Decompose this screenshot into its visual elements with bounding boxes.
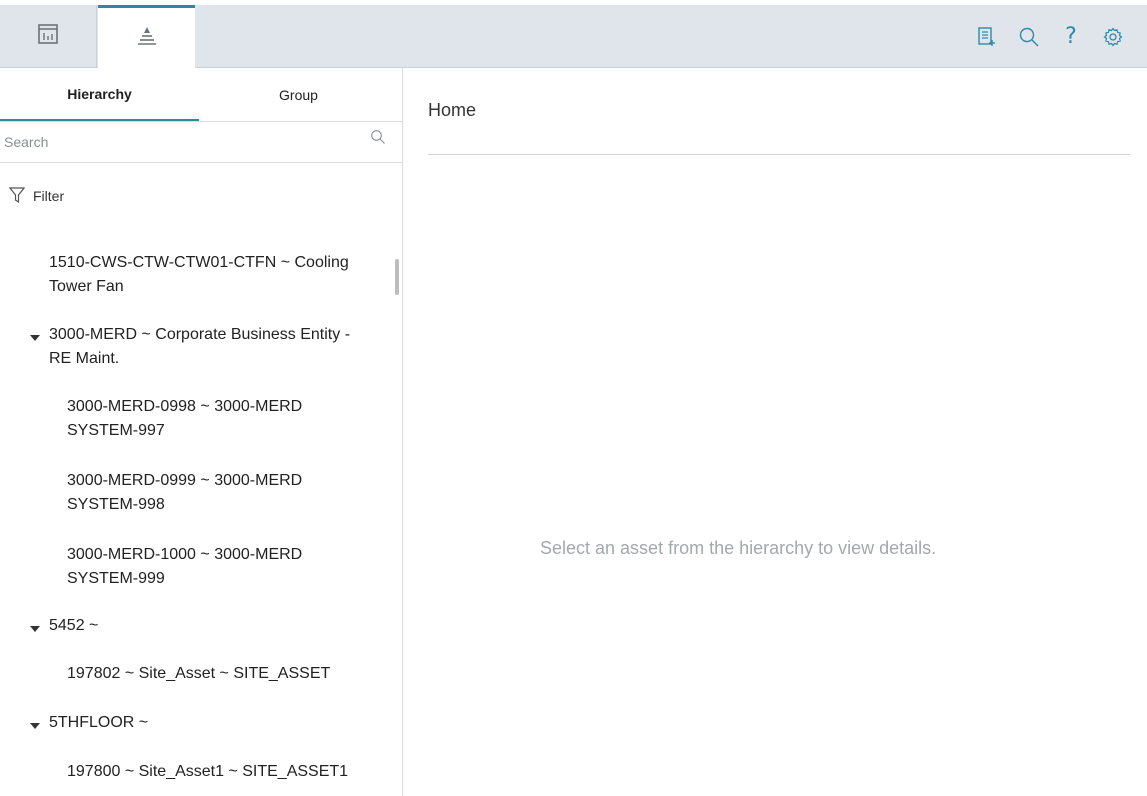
tree-item[interactable]: 3000-MERD-1000 ~ 3000-MERD SYSTEM-999 [67, 543, 302, 591]
sidebar-tabs: Hierarchy Group [0, 68, 402, 122]
tab-group[interactable]: Group [199, 68, 398, 121]
dashboard-tab[interactable] [0, 5, 97, 68]
filter-button[interactable]: Filter [0, 163, 402, 229]
help-icon[interactable]: ? [1059, 24, 1083, 49]
tree-item[interactable]: 3000-MERD-0999 ~ 3000-MERD SYSTEM-998 [67, 469, 302, 517]
tree-item[interactable]: 3000-MERD ~ Corporate Business Entity - … [49, 323, 350, 371]
dashboard-icon [37, 23, 59, 50]
hierarchy-sidebar: Hierarchy Group Filter 1510-CWS-CTW-CTW0… [0, 68, 403, 796]
main-content: Home Select an asset from the hierarchy … [404, 68, 1147, 796]
tree-item[interactable]: 197802 ~ Site_Asset ~ SITE_ASSET [67, 662, 330, 686]
search-icon[interactable] [370, 129, 386, 145]
tab-hierarchy[interactable]: Hierarchy [0, 68, 199, 121]
hierarchy-tab[interactable] [98, 5, 195, 68]
tree-item[interactable]: 197800 ~ Site_Asset1 ~ SITE_ASSET1 [67, 760, 348, 784]
add-report-icon[interactable] [975, 25, 999, 49]
top-navigation-bar: ? [0, 0, 1147, 68]
filter-icon [8, 186, 26, 207]
empty-state-message: Select an asset from the hierarchy to vi… [540, 538, 937, 558]
collapse-caret-icon[interactable] [30, 718, 40, 729]
hierarchy-tree: 1510-CWS-CTW-CTW01-CTFN ~ Cooling Tower … [0, 229, 402, 789]
filter-label: Filter [33, 188, 65, 204]
hierarchy-icon [136, 25, 158, 52]
search-icon[interactable] [1017, 25, 1041, 49]
search-input[interactable] [0, 122, 364, 162]
tree-scrollbar[interactable] [395, 259, 399, 295]
collapse-caret-icon[interactable] [30, 330, 40, 341]
title-divider [428, 154, 1130, 155]
tree-item[interactable]: 5452 ~ [49, 614, 98, 638]
page-title: Home [428, 100, 477, 120]
tree-item[interactable]: 1510-CWS-CTW-CTW01-CTFN ~ Cooling Tower … [49, 251, 349, 299]
tree-item[interactable]: 3000-MERD-0998 ~ 3000-MERD SYSTEM-997 [67, 395, 302, 443]
settings-icon[interactable] [1101, 25, 1125, 49]
tree-item[interactable]: 5THFLOOR ~ [49, 711, 148, 735]
search-bar [0, 122, 402, 163]
collapse-caret-icon[interactable] [30, 621, 40, 632]
toolbar-actions: ? [975, 5, 1125, 68]
